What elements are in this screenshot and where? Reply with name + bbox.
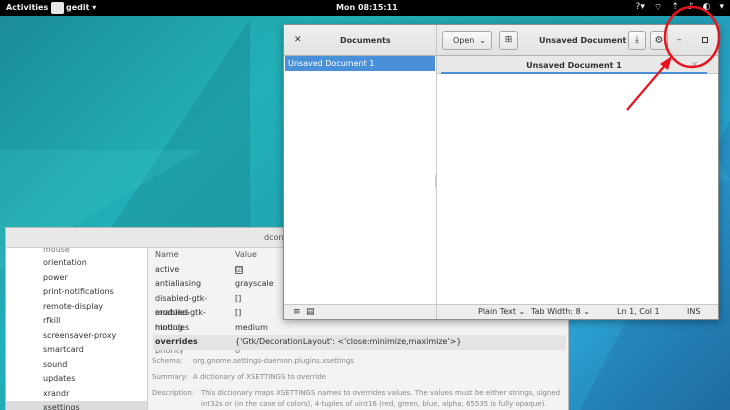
annotation-overlay [626,5,721,111]
annotation-circle [663,5,721,69]
annotation-arrow [626,62,668,111]
